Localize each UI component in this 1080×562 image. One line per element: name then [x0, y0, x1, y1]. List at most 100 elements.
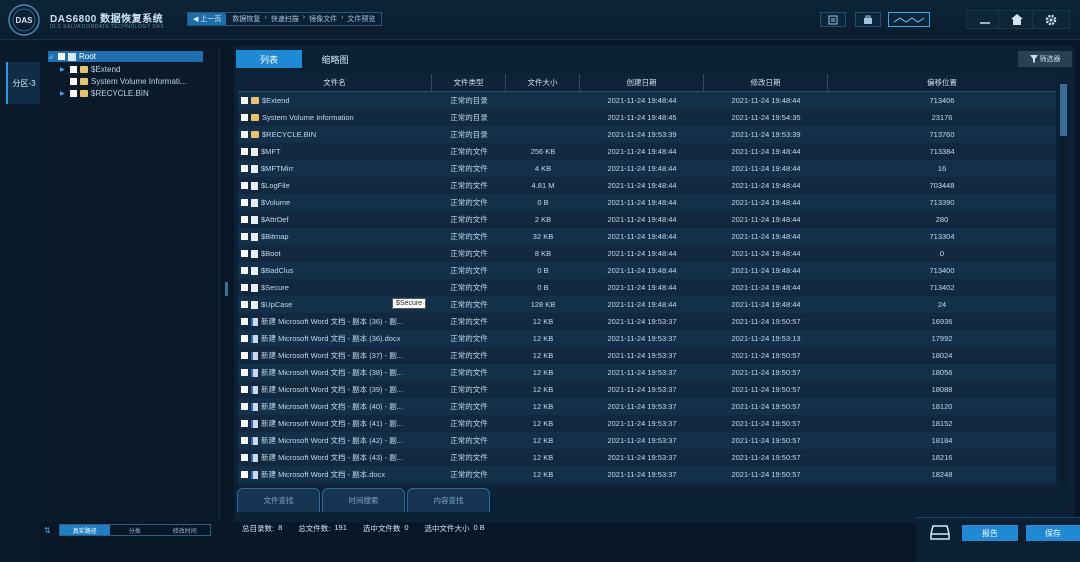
expand-icon[interactable]: ▶	[60, 90, 67, 97]
row-checkbox[interactable]	[241, 267, 248, 274]
row-checkbox[interactable]	[241, 454, 248, 461]
breadcrumb: ◀ 上一页 数据恢复 › 快速扫描 › 镜像文件 › 文件预览	[187, 12, 383, 26]
selected-files-label: 选中文件数	[362, 524, 401, 533]
expand-icon[interactable]: ▶	[60, 66, 67, 73]
table-row[interactable]: 新建 Microsoft Word 文档 - 副本.docx 正常的文件 12 KB…	[238, 466, 1056, 483]
row-checkbox[interactable]	[241, 165, 248, 172]
breadcrumb-item[interactable]: 镜像文件	[309, 14, 337, 24]
row-checkbox[interactable]	[241, 216, 248, 223]
svg-text:DAS: DAS	[16, 16, 34, 25]
tab-file-search[interactable]: 文件查找	[237, 488, 320, 512]
document-toolbar-button[interactable]	[820, 12, 846, 27]
column-header[interactable]: 文件类型	[432, 74, 506, 91]
row-checkbox[interactable]	[241, 114, 248, 121]
modified-date: 2021-11-24 19:50:57	[731, 419, 801, 428]
selected-size-value: 0 B	[473, 523, 485, 532]
table-row[interactable]: $Volume 正常的文件 0 B 2021-11-24 19:48:44 2021-1…	[238, 194, 1056, 211]
table-row[interactable]: $Bitmap 正常的文件 32 KB 2021-11-24 19:48:44 2021…	[238, 228, 1056, 245]
table-row[interactable]: $RECYCLE.BIN 正常的目录 2021-11-24 19:53:39 2021…	[238, 126, 1056, 143]
table-row[interactable]: $Secure 正常的文件 0 B 2021-11-24 19:48:44 2021-1…	[238, 279, 1056, 296]
table-row[interactable]: System Volume Information 正常的目录 2021-11-24…	[238, 109, 1056, 126]
settings-button[interactable]	[1032, 10, 1070, 29]
table-row[interactable]: 新建 Microsoft Word 文档 - 副本 (42) - 副... 正常的…	[238, 432, 1056, 449]
save-button[interactable]: 保存	[1026, 525, 1080, 541]
table-row[interactable]: $BadClus 正常的文件 0 B 2021-11-24 19:48:44 2021-…	[238, 262, 1056, 279]
row-checkbox[interactable]	[241, 301, 248, 308]
tab-thumbnail[interactable]: 缩略图	[302, 50, 368, 68]
table-row[interactable]: 新建 Microsoft Word 文档 - 副本 (38) - 副... 正常的…	[238, 364, 1056, 381]
filter-button[interactable]: 筛选器	[1018, 51, 1072, 67]
table-row[interactable]: 新建 Microsoft Word 文档 - 副本 (39) - 副... 正常的…	[238, 381, 1056, 398]
modified-date: 2021-11-24 19:48:44	[731, 300, 801, 309]
row-checkbox[interactable]	[241, 199, 248, 206]
column-header[interactable]: 文件名	[238, 74, 432, 91]
tab-content-search[interactable]: 内容查找	[407, 488, 490, 512]
checkbox[interactable]	[58, 53, 65, 60]
tree-item-extend[interactable]: ▶ $Extend	[60, 64, 120, 75]
tab-list[interactable]: 列表	[236, 50, 302, 68]
table-row[interactable]: $Extend 正常的目录 2021-11-24 19:48:44 2021-11-2…	[238, 92, 1056, 109]
row-checkbox[interactable]	[241, 335, 248, 342]
sort-tab-category[interactable]: 分类	[110, 525, 160, 535]
column-header[interactable]: 修改日期	[704, 74, 828, 91]
row-checkbox[interactable]	[241, 233, 248, 240]
breadcrumb-item[interactable]: 文件预览	[347, 14, 375, 24]
checkbox[interactable]	[70, 90, 77, 97]
row-checkbox[interactable]	[241, 403, 248, 410]
offset: 16936	[931, 317, 953, 326]
row-checkbox[interactable]	[241, 182, 248, 189]
home-button[interactable]	[998, 10, 1036, 29]
table-row[interactable]: 新建 Microsoft Word 文档 - 副本 (41) - 副... 正常的…	[238, 415, 1056, 432]
tree-item-recycle-bin[interactable]: ▶ $RECYCLE.BIN	[60, 88, 149, 99]
modified-date: 2021-11-24 19:53:13	[731, 334, 801, 343]
sort-tab-modified[interactable]: 修改时间	[160, 525, 210, 535]
panel-resize-handle[interactable]	[225, 282, 228, 296]
row-checkbox[interactable]	[241, 386, 248, 393]
briefcase-toolbar-button[interactable]	[855, 12, 881, 27]
row-checkbox[interactable]	[241, 284, 248, 291]
table-row[interactable]: 新建 Microsoft Word 文档 - 副本 (43) - 副... 正常的…	[238, 449, 1056, 466]
column-header[interactable]: 文件大小	[506, 74, 580, 91]
table-row[interactable]: $LogFile 正常的文件 4.81 M 2021-11-24 19:48:44 20…	[238, 177, 1056, 194]
row-checkbox[interactable]	[241, 250, 248, 257]
collapse-icon[interactable]: ◢	[48, 53, 55, 60]
row-checkbox[interactable]	[241, 318, 248, 325]
tree-item-root[interactable]: ◢ Root	[48, 51, 203, 62]
breadcrumb-item[interactable]: 快速扫描	[271, 14, 299, 24]
file-type: 正常的文件	[450, 470, 488, 479]
table-row[interactable]: $UpCase 正常的文件 128 KB 2021-11-24 19:48:44 202…	[238, 296, 1056, 313]
table-row[interactable]: $MFTMirr 正常的文件 4 KB 2021-11-24 19:48:44 2021…	[238, 160, 1056, 177]
disk-button[interactable]	[925, 520, 955, 544]
table-row[interactable]: 新建 Microsoft Word 文档 - 副本 (36) - 副... 正常的…	[238, 313, 1056, 330]
table-row[interactable]: $AttrDef 正常的文件 2 KB 2021-11-24 19:48:44 2021…	[238, 211, 1056, 228]
table-row[interactable]: 新建 Microsoft Word 文档 - 副本 (40) - 副... 正常的…	[238, 398, 1056, 415]
report-button[interactable]: 报告	[962, 525, 1018, 541]
checkbox[interactable]	[70, 66, 77, 73]
row-checkbox[interactable]	[241, 352, 248, 359]
row-checkbox[interactable]	[241, 369, 248, 376]
row-checkbox[interactable]	[241, 131, 248, 138]
table-row[interactable]: $MFT 正常的文件 256 KB 2021-11-24 19:48:44 2021-1…	[238, 143, 1056, 160]
sort-icon[interactable]: ⇅	[44, 526, 51, 535]
column-header[interactable]: 偏移位置	[828, 74, 1056, 91]
row-checkbox[interactable]	[241, 97, 248, 104]
partition-tab[interactable]: 分区-3	[6, 62, 40, 104]
row-checkbox[interactable]	[241, 148, 248, 155]
table-row[interactable]: 新建 Microsoft Word 文档 - 副本 (36).docx 正常的文件…	[238, 330, 1056, 347]
scrollbar-thumb[interactable]	[1060, 84, 1067, 136]
table-row[interactable]: 新建 Microsoft Word 文档 - 副本 (37) - 副... 正常的…	[238, 347, 1056, 364]
tab-time-search[interactable]: 时间搜索	[322, 488, 405, 512]
back-button[interactable]: ◀ 上一页	[188, 13, 227, 25]
created-date: 2021-11-24 19:53:37	[607, 453, 677, 462]
tree-item-system-volume[interactable]: System Volume Informati...	[60, 76, 187, 87]
column-header[interactable]: 创建日期	[580, 74, 704, 91]
vertical-scrollbar[interactable]	[1060, 83, 1067, 485]
waveform-toolbar-button[interactable]	[888, 12, 930, 27]
row-checkbox[interactable]	[241, 437, 248, 444]
table-row[interactable]: $Boot 正常的文件 8 KB 2021-11-24 19:48:44 2021-11…	[238, 245, 1056, 262]
row-checkbox[interactable]	[241, 420, 248, 427]
row-checkbox[interactable]	[241, 471, 248, 478]
sort-tab-path[interactable]: 真实路径	[59, 525, 110, 535]
breadcrumb-item[interactable]: 数据恢复	[232, 14, 260, 24]
checkbox[interactable]	[70, 78, 77, 85]
